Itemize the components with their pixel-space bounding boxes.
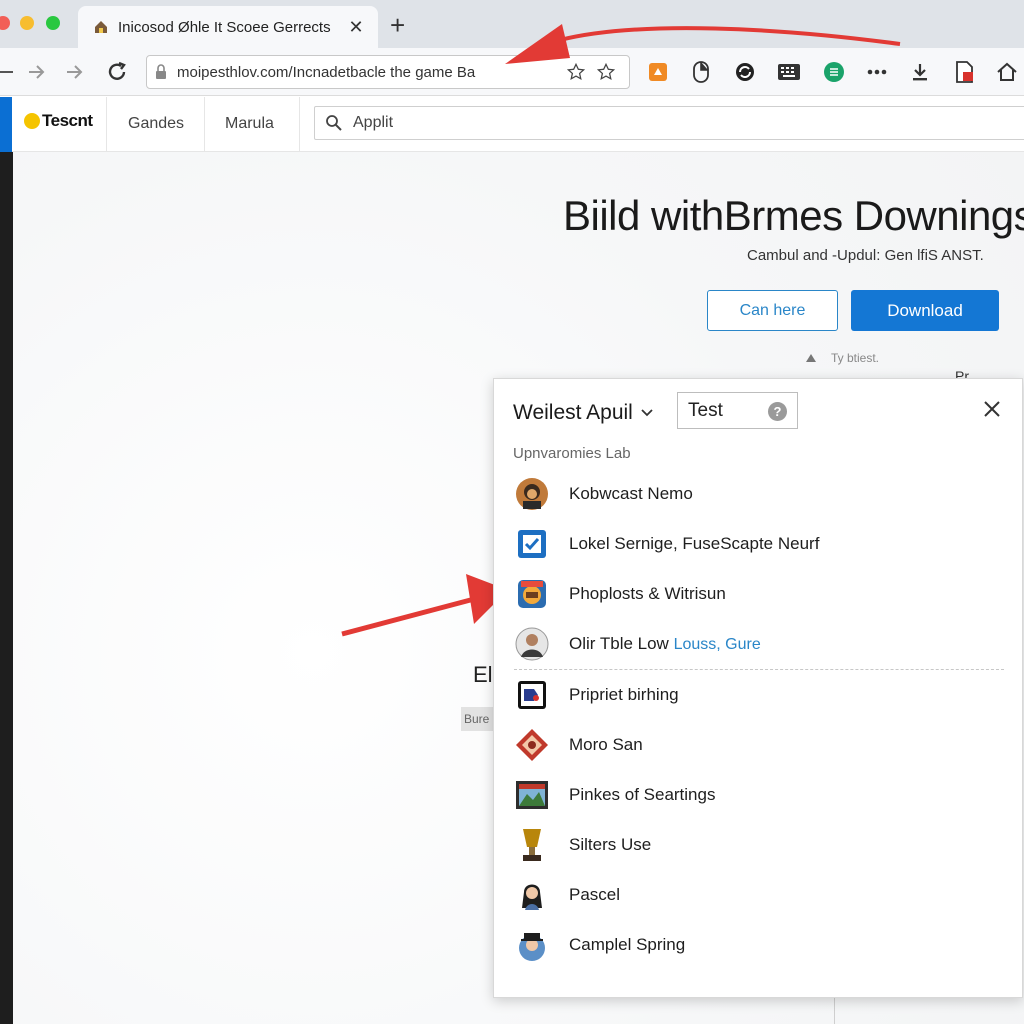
extension-mouse-icon[interactable] (689, 60, 713, 84)
tab-close-icon[interactable]: ✕ (346, 17, 366, 38)
list-item[interactable]: Pinkes of Seartings (514, 773, 1004, 817)
panel-select-value: Test (688, 399, 723, 421)
logo-text: Tescnt (42, 111, 93, 130)
browser-tab-bar: Inicosod Øhle It Scoee Gerrects ✕ + (0, 0, 1024, 48)
list-item[interactable]: Moro San (514, 723, 1004, 767)
chevron-down-icon (641, 409, 653, 417)
home-icon[interactable] (995, 60, 1019, 84)
list-item[interactable]: Camplel Spring (514, 923, 1004, 967)
bookmark-star-icon[interactable] (561, 63, 591, 81)
extension-green-icon[interactable] (822, 60, 846, 84)
diamond-game-icon (514, 727, 550, 763)
header-divider (299, 97, 300, 152)
list-divider (514, 669, 1004, 670)
close-icon[interactable] (980, 397, 1004, 421)
person-avatar-icon (514, 626, 550, 662)
download-icon[interactable] (908, 60, 932, 84)
hero-note: Ty btiest. (805, 351, 879, 365)
list-item-label: Silters Use (569, 835, 652, 854)
list-item[interactable]: Silters Use (514, 823, 1004, 867)
app-dropdown-panel: Weilest Apuil Test ? Upnvaromies Lab Kob… (493, 378, 1023, 998)
list-item-label: Pinkes of Seartings (569, 785, 716, 804)
list-item[interactable]: Pripriet birhing (514, 673, 1004, 717)
download-button[interactable]: Download (851, 290, 999, 331)
list-item-label: Kobwcast Nemo (569, 484, 693, 503)
trophy-icon (514, 827, 550, 863)
header-divider (106, 97, 107, 152)
forward-arrow-icon (67, 65, 83, 79)
list-item[interactable]: Pascel (514, 873, 1004, 917)
nav-link-marula[interactable]: Marula (225, 115, 274, 133)
more-menu-icon[interactable] (865, 60, 889, 84)
panel-filter-select[interactable]: Test ? (677, 392, 798, 429)
site-header: Tescnt Gandes Marula (0, 97, 1024, 152)
triangle-up-icon (806, 354, 816, 362)
reload-icon (108, 61, 126, 80)
panel-section-label: Upnvaromies Lab (513, 445, 631, 462)
panel-title: Weilest Apuil (513, 401, 633, 424)
site-logo[interactable]: Tescnt (24, 111, 93, 131)
hero-title: Biild withBrmes Downings (563, 192, 1024, 239)
forward-alt-button[interactable] (60, 58, 88, 86)
forward-button[interactable] (22, 58, 50, 86)
extension-keyboard-icon[interactable] (777, 60, 801, 84)
brand-color-bar (0, 97, 12, 152)
list-item-label: Camplel Spring (569, 935, 686, 954)
reload-button[interactable] (103, 58, 131, 86)
browser-toolbar: moipesthlov.com/Incnadetbacle the game B… (0, 48, 1024, 96)
hero-subtitle: Cambul and -Updul: Gen lfiS ANST. (747, 247, 984, 264)
checkbox-app-icon (514, 526, 550, 562)
search-icon (326, 115, 342, 131)
list-item-label: Moro San (569, 735, 643, 754)
panel-title-dropdown[interactable]: Weilest Apuil (513, 401, 653, 425)
back-button[interactable] (0, 58, 20, 86)
home-favicon-icon (95, 21, 107, 33)
window-minimize-dot[interactable] (20, 16, 34, 30)
hat-character-icon (514, 927, 550, 963)
browser-tab[interactable]: Inicosod Øhle It Scoee Gerrects ✕ (78, 6, 378, 48)
background-divider (834, 997, 835, 1024)
address-bar[interactable]: moipesthlov.com/Incnadetbacle the game B… (146, 55, 630, 89)
extension-sync-icon[interactable] (733, 60, 757, 84)
new-tab-button[interactable]: + (390, 12, 405, 38)
list-item-label: Pripriet birhing (569, 685, 679, 704)
site-search-input[interactable] (353, 114, 953, 132)
flag-app-icon (514, 677, 550, 713)
window-close-dot[interactable] (0, 16, 10, 30)
background-heading: El (473, 662, 493, 687)
url-text: moipesthlov.com/Incnadetbacle the game B… (177, 63, 476, 81)
tab-title: Inicosod Øhle It Scoee Gerrects (118, 18, 331, 36)
window-maximize-dot[interactable] (46, 16, 60, 30)
forward-arrow-icon (29, 65, 45, 79)
background-badge: Bure (461, 707, 495, 731)
back-arrow-icon (0, 71, 13, 73)
list-item[interactable]: Phoplosts & Witrisun (514, 572, 1004, 616)
list-item-label: Phoplosts & Witrisun (569, 584, 726, 603)
left-dark-strip (0, 152, 13, 1024)
info-icon[interactable]: ? (768, 402, 787, 421)
list-item-text: Olir Tble Low (569, 634, 669, 653)
header-divider (204, 97, 205, 152)
landscape-game-icon (514, 777, 550, 813)
favorites-star-icon[interactable] (591, 63, 621, 81)
list-item-label: Lokel Sernige, FuseScapte Neurf (569, 534, 820, 553)
list-item[interactable]: Lokel Sernige, FuseScapte Neurf (514, 522, 1004, 566)
secondary-button[interactable]: Can here (707, 290, 838, 331)
list-item[interactable]: Olir Tble Low Louss, Gure (514, 622, 1004, 666)
list-item-link[interactable]: Louss, Gure (674, 636, 761, 653)
hero-note-text: Ty btiest. (831, 351, 880, 365)
game-portrait-icon (514, 476, 550, 512)
extension-orange-icon[interactable] (646, 60, 670, 84)
logo-mark-icon (24, 113, 40, 129)
list-item[interactable]: Kobwcast Nemo (514, 472, 1004, 516)
lock-icon (156, 64, 166, 79)
badge-game-icon (514, 576, 550, 612)
site-search-box[interactable] (314, 106, 1024, 140)
list-item-label: Olir Tble Low Louss, Gure (569, 634, 761, 654)
pdf-extension-icon[interactable] (952, 60, 976, 84)
character-avatar-icon (514, 877, 550, 913)
nav-link-gandes[interactable]: Gandes (128, 115, 184, 133)
list-item-label: Pascel (569, 885, 621, 904)
